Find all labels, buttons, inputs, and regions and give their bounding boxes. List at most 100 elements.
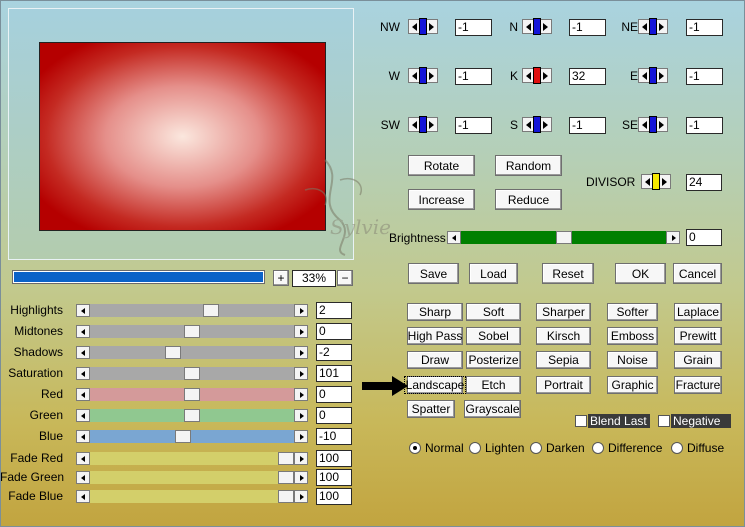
- negative-label: Negative: [671, 414, 731, 428]
- preset-sepia-button[interactable]: Sepia: [536, 351, 591, 369]
- zoom-in-button[interactable]: +: [273, 270, 289, 286]
- kernel-spinner-se[interactable]: [638, 116, 668, 133]
- kernel-spinner-n[interactable]: [522, 18, 552, 35]
- blend-lighten-radio[interactable]: [469, 442, 481, 454]
- preset-softer-button[interactable]: Softer: [607, 303, 658, 321]
- random-button[interactable]: Random: [495, 155, 562, 176]
- adjust-thumb-red[interactable]: [184, 388, 200, 401]
- adjust-thumb-fade_blue[interactable]: [278, 490, 294, 503]
- preset-highpass-button[interactable]: High Pass: [407, 327, 463, 345]
- kernel-spinner-nw[interactable]: [408, 18, 438, 35]
- preset-portrait-button[interactable]: Portrait: [536, 376, 591, 394]
- adjust-field-fade_green[interactable]: 100: [316, 469, 352, 486]
- blend-darken-radio[interactable]: [530, 442, 542, 454]
- divisor-spinner[interactable]: [641, 173, 671, 190]
- kernel-knob-e[interactable]: [649, 67, 657, 84]
- adjust-field-green[interactable]: 0: [316, 407, 352, 424]
- preset-prewitt-button[interactable]: Prewitt: [674, 327, 722, 345]
- kernel-field-e[interactable]: -1: [686, 68, 723, 85]
- adjust-slider-green[interactable]: [76, 409, 308, 422]
- preset-sharp-button[interactable]: Sharp: [407, 303, 463, 321]
- kernel-field-ne[interactable]: -1: [686, 19, 723, 36]
- adjust-field-fade_red[interactable]: 100: [316, 450, 352, 467]
- adjust-thumb-midtones[interactable]: [184, 325, 200, 338]
- preset-fracture-button[interactable]: Fracture: [674, 376, 722, 394]
- kernel-knob-n[interactable]: [533, 18, 541, 35]
- preset-sharper-button[interactable]: Sharper: [536, 303, 591, 321]
- preset-noise-button[interactable]: Noise: [607, 351, 658, 369]
- ok-button[interactable]: OK: [615, 263, 666, 284]
- preset-laplace-button[interactable]: Laplace: [674, 303, 722, 321]
- adjust-slider-fade_blue[interactable]: [76, 490, 308, 503]
- preset-emboss-button[interactable]: Emboss: [607, 327, 658, 345]
- adjust-slider-shadows[interactable]: [76, 346, 308, 359]
- kernel-spinner-w[interactable]: [408, 67, 438, 84]
- adjust-thumb-highlights[interactable]: [203, 304, 219, 317]
- kernel-knob-s[interactable]: [533, 116, 541, 133]
- kernel-field-se[interactable]: -1: [686, 117, 723, 134]
- adjust-slider-red[interactable]: [76, 388, 308, 401]
- blend-normal-radio[interactable]: [409, 442, 421, 454]
- preset-draw-button[interactable]: Draw: [407, 351, 463, 369]
- adjust-thumb-fade_green[interactable]: [278, 471, 294, 484]
- adjust-slider-highlights[interactable]: [76, 304, 308, 317]
- adjust-field-highlights[interactable]: 2: [316, 302, 352, 319]
- cancel-button[interactable]: Cancel: [673, 263, 722, 284]
- kernel-spinner-sw[interactable]: [408, 116, 438, 133]
- preset-grayscale-button[interactable]: Grayscale: [464, 400, 521, 418]
- kernel-knob-se[interactable]: [649, 116, 657, 133]
- adjust-slider-midtones[interactable]: [76, 325, 308, 338]
- divisor-field[interactable]: 24: [686, 174, 722, 191]
- adjust-thumb-blue[interactable]: [175, 430, 191, 443]
- adjust-thumb-saturation[interactable]: [184, 367, 200, 380]
- zoom-out-button[interactable]: −: [337, 270, 353, 286]
- rotate-button[interactable]: Rotate: [408, 155, 475, 176]
- blend-difference-radio[interactable]: [592, 442, 604, 454]
- kernel-knob-ne[interactable]: [649, 18, 657, 35]
- load-button[interactable]: Load: [469, 263, 518, 284]
- brightness-field[interactable]: 0: [686, 229, 722, 246]
- brightness-thumb[interactable]: [556, 231, 572, 244]
- kernel-spinner-s[interactable]: [522, 116, 552, 133]
- adjust-field-saturation[interactable]: 101: [316, 365, 352, 382]
- adjust-slider-saturation[interactable]: [76, 367, 308, 380]
- kernel-spinner-e[interactable]: [638, 67, 668, 84]
- preset-landscape-button[interactable]: Landscape: [403, 376, 467, 394]
- preset-spatter-button[interactable]: Spatter: [407, 400, 455, 418]
- preset-kirsch-button[interactable]: Kirsch: [536, 327, 591, 345]
- reset-button[interactable]: Reset: [542, 263, 594, 284]
- adjust-field-shadows[interactable]: -2: [316, 344, 352, 361]
- reduce-button[interactable]: Reduce: [495, 189, 562, 210]
- kernel-knob-w[interactable]: [419, 67, 427, 84]
- adjust-field-fade_blue[interactable]: 100: [316, 488, 352, 505]
- divisor-knob[interactable]: [652, 173, 660, 190]
- negative-checkbox[interactable]: [658, 415, 670, 427]
- adjust-slider-fade_green[interactable]: [76, 471, 308, 484]
- increase-button[interactable]: Increase: [408, 189, 475, 210]
- adjust-slider-blue[interactable]: [76, 430, 308, 443]
- adjust-field-midtones[interactable]: 0: [316, 323, 352, 340]
- preset-grain-button[interactable]: Grain: [674, 351, 722, 369]
- save-button[interactable]: Save: [408, 263, 459, 284]
- blend-last-checkbox[interactable]: [575, 415, 587, 427]
- adjust-thumb-shadows[interactable]: [165, 346, 181, 359]
- adjust-field-red[interactable]: 0: [316, 386, 352, 403]
- brightness-slider[interactable]: [447, 231, 680, 244]
- preset-label: High Pass: [407, 329, 463, 343]
- preset-etch-button[interactable]: Etch: [466, 376, 521, 394]
- kernel-knob-k[interactable]: [533, 67, 541, 84]
- kernel-label-se: SE: [621, 118, 638, 132]
- preset-posterize-button[interactable]: Posterize: [466, 351, 521, 369]
- preset-sobel-button[interactable]: Sobel: [466, 327, 521, 345]
- kernel-spinner-ne[interactable]: [638, 18, 668, 35]
- kernel-spinner-k[interactable]: [522, 67, 552, 84]
- adjust-thumb-green[interactable]: [184, 409, 200, 422]
- preset-soft-button[interactable]: Soft: [466, 303, 521, 321]
- adjust-slider-fade_red[interactable]: [76, 452, 308, 465]
- adjust-field-blue[interactable]: -10: [316, 428, 352, 445]
- kernel-knob-sw[interactable]: [419, 116, 427, 133]
- preset-graphic-button[interactable]: Graphic: [607, 376, 658, 394]
- blend-diffuse-radio[interactable]: [671, 442, 683, 454]
- kernel-knob-nw[interactable]: [419, 18, 427, 35]
- adjust-thumb-fade_red[interactable]: [278, 452, 294, 465]
